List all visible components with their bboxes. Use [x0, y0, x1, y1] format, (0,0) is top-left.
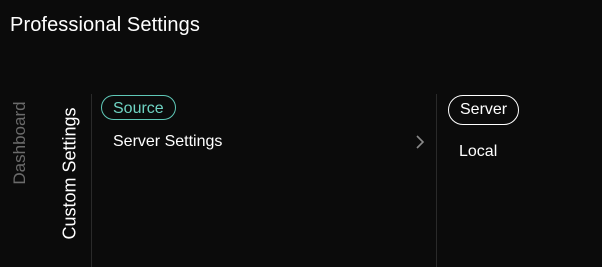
tab-dashboard[interactable]: Dashboard [10, 93, 30, 193]
column-divider [436, 94, 437, 267]
page-title: Professional Settings [10, 14, 200, 36]
menu-item-server-settings[interactable]: Server Settings [113, 133, 222, 151]
menu-item-source[interactable]: Source [101, 95, 176, 120]
professional-settings-screen: Professional Settings Dashboard Custom S… [0, 0, 602, 267]
option-server[interactable]: Server [448, 95, 520, 125]
chevron-right-icon [416, 135, 425, 149]
column-divider [91, 94, 92, 267]
tab-custom-settings[interactable]: Custom Settings [60, 94, 81, 254]
option-local[interactable]: Local [459, 143, 497, 161]
